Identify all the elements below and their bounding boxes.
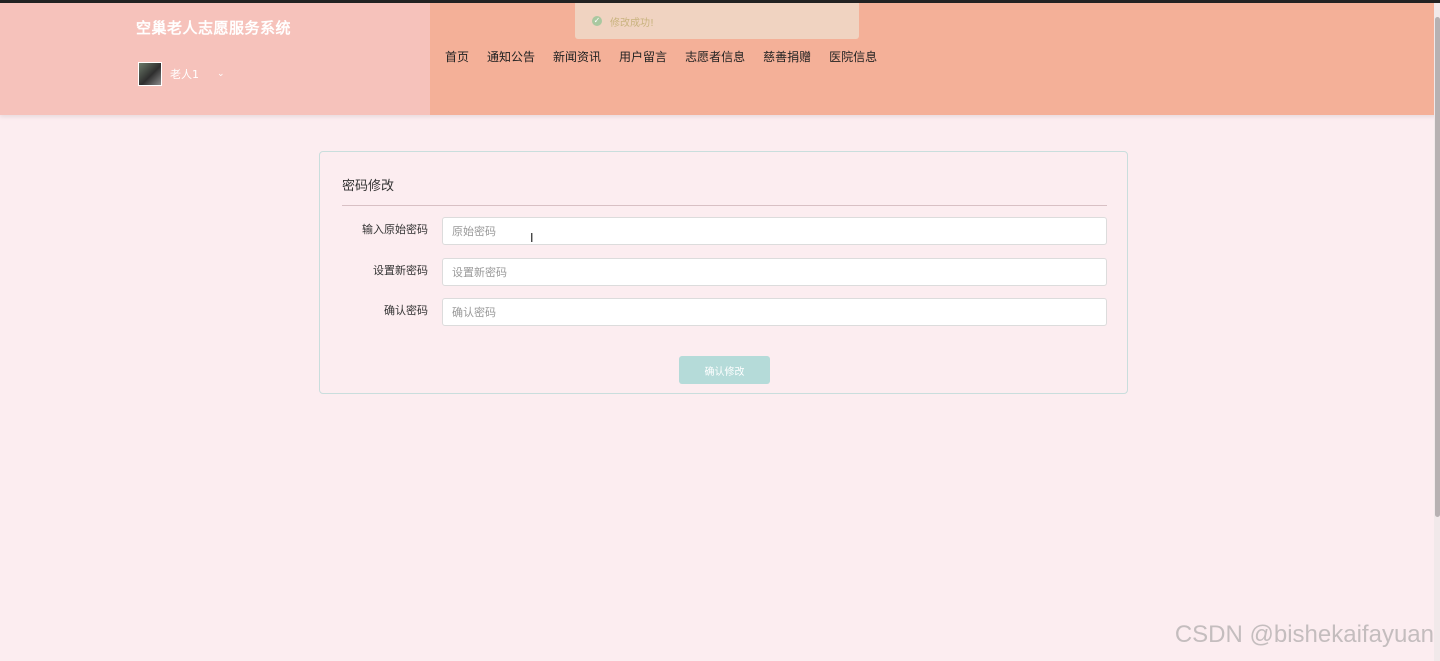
old-password-label: 输入原始密码: [362, 223, 428, 236]
divider: [342, 205, 1107, 206]
nav-item-messages[interactable]: 用户留言: [619, 48, 667, 65]
watermark: CSDN @bishekaifayuan: [1174, 621, 1434, 648]
user-menu[interactable]: 老人1 ⌄: [138, 61, 225, 87]
new-password-label: 设置新密码: [373, 264, 428, 277]
nav-item-volunteers[interactable]: 志愿者信息: [685, 48, 745, 65]
card-title: 密码修改: [342, 179, 395, 194]
nav-item-home[interactable]: 首页: [445, 48, 469, 65]
chevron-down-icon[interactable]: ⌄: [217, 69, 225, 79]
main-nav: 首页 通知公告 新闻资讯 用户留言 志愿者信息 慈善捐赠 医院信息: [445, 48, 895, 65]
check-circle-icon: ✓: [592, 16, 602, 26]
confirm-password-input[interactable]: [442, 298, 1107, 326]
password-change-card: 密码修改 输入原始密码 设置新密码 确认密码 确认修改: [319, 151, 1128, 394]
old-password-input[interactable]: [442, 217, 1107, 245]
success-toast: ✓ 修改成功!: [575, 3, 859, 39]
nav-item-hospitals[interactable]: 医院信息: [829, 48, 877, 65]
nav-item-news[interactable]: 新闻资讯: [553, 48, 601, 65]
confirm-change-button[interactable]: 确认修改: [679, 356, 770, 384]
brand-area: 空巢老人志愿服务系统 老人1 ⌄: [0, 3, 430, 115]
site-title: 空巢老人志愿服务系统: [136, 19, 292, 37]
nav-item-notices[interactable]: 通知公告: [487, 48, 535, 65]
text-cursor-icon: I: [530, 231, 534, 245]
nav-item-donations[interactable]: 慈善捐赠: [763, 48, 811, 65]
page-scrollbar[interactable]: [1434, 3, 1440, 661]
confirm-password-row: 确认密码: [320, 298, 1129, 328]
new-password-input[interactable]: [442, 258, 1107, 286]
toast-message: 修改成功!: [610, 17, 655, 29]
confirm-password-label: 确认密码: [384, 304, 428, 317]
new-password-row: 设置新密码: [320, 258, 1129, 288]
scrollbar-thumb[interactable]: [1435, 17, 1440, 517]
avatar[interactable]: [138, 62, 162, 86]
user-name[interactable]: 老人1: [170, 66, 199, 82]
old-password-row: 输入原始密码: [320, 217, 1129, 247]
